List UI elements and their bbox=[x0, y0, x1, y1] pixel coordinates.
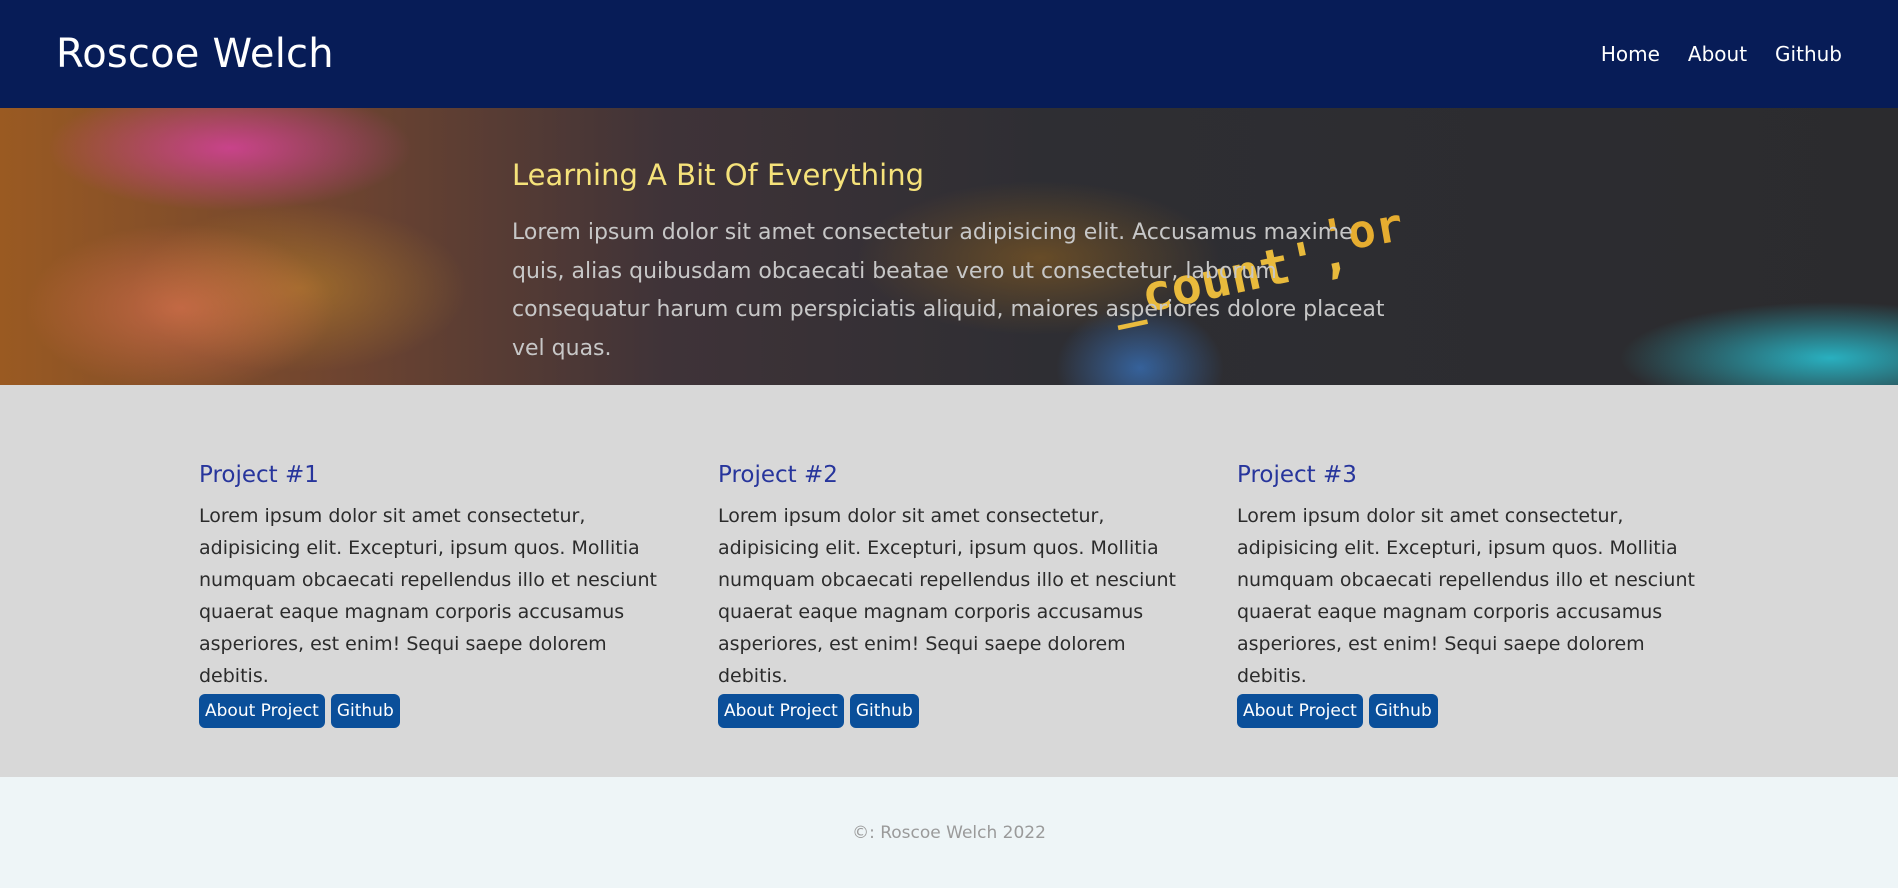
project-description: Lorem ipsum dolor sit amet consectetur, … bbox=[199, 505, 657, 687]
nav-github-link[interactable]: Github bbox=[1775, 42, 1842, 66]
projects-section: Project #1 Lorem ipsum dolor sit amet co… bbox=[0, 385, 1898, 777]
github-button[interactable]: Github bbox=[1368, 694, 1438, 728]
about-project-button[interactable]: About Project bbox=[199, 694, 325, 728]
project-actions: About Project Github bbox=[718, 694, 1177, 728]
site-header: Roscoe Welch Home About Github bbox=[0, 0, 1898, 108]
hero-content: Learning A Bit Of Everything Lorem ipsum… bbox=[512, 158, 1412, 368]
project-title: Project #2 bbox=[718, 462, 838, 488]
footer-copyright: ©: Roscoe Welch 2022 bbox=[852, 822, 1046, 843]
hero-title: Learning A Bit Of Everything bbox=[512, 158, 924, 192]
about-project-button[interactable]: About Project bbox=[1237, 694, 1363, 728]
github-button[interactable]: Github bbox=[849, 694, 919, 728]
project-card: Project #1 Lorem ipsum dolor sit amet co… bbox=[199, 462, 658, 777]
nav-about-link[interactable]: About bbox=[1688, 42, 1747, 66]
nav-home-link[interactable]: Home bbox=[1601, 42, 1660, 66]
project-description: Lorem ipsum dolor sit amet consectetur, … bbox=[1237, 505, 1695, 687]
project-actions: About Project Github bbox=[1237, 694, 1696, 728]
project-actions: About Project Github bbox=[199, 694, 658, 728]
hero-banner: 'or _count', -. post()?> Learning A Bit … bbox=[0, 108, 1898, 385]
hero-description: Lorem ipsum dolor sit amet consectetur a… bbox=[512, 220, 1385, 361]
project-title: Project #1 bbox=[199, 462, 319, 488]
about-project-button[interactable]: About Project bbox=[718, 694, 844, 728]
github-button[interactable]: Github bbox=[330, 694, 400, 728]
project-title: Project #3 bbox=[1237, 462, 1357, 488]
project-card: Project #2 Lorem ipsum dolor sit amet co… bbox=[718, 462, 1177, 777]
project-card: Project #3 Lorem ipsum dolor sit amet co… bbox=[1237, 462, 1696, 777]
project-description: Lorem ipsum dolor sit amet consectetur, … bbox=[718, 505, 1176, 687]
site-brand[interactable]: Roscoe Welch bbox=[56, 31, 334, 77]
main-nav: Home About Github bbox=[1601, 42, 1842, 66]
site-footer: ©: Roscoe Welch 2022 bbox=[0, 777, 1898, 888]
